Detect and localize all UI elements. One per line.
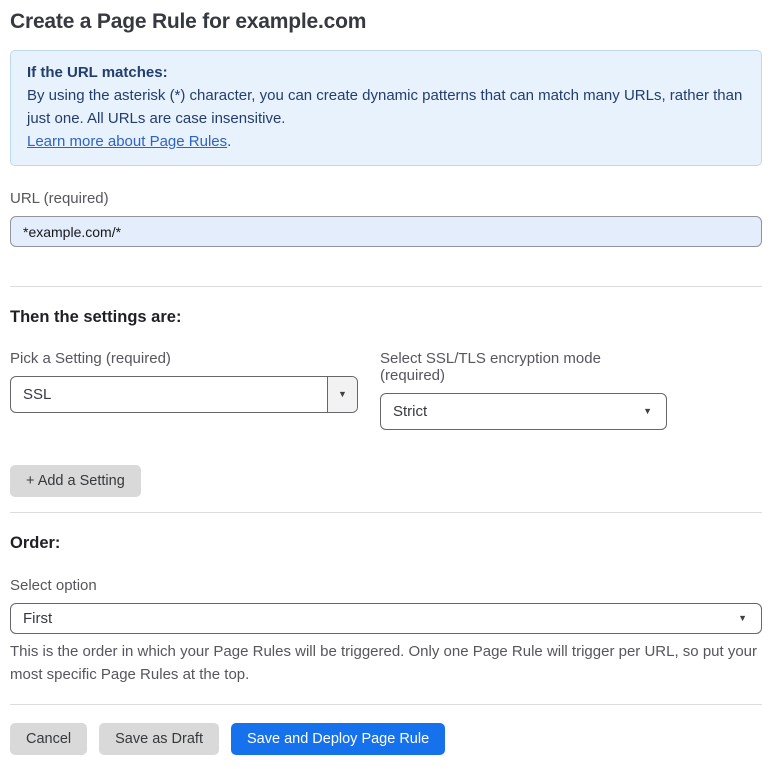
settings-pickers-row: Pick a Setting (required) SSL ▼ Select S…: [10, 350, 762, 430]
caret-glyph: ▼: [338, 389, 347, 399]
add-setting-button[interactable]: + Add a Setting: [10, 465, 141, 497]
save-draft-button[interactable]: Save as Draft: [99, 723, 219, 755]
save-deploy-button[interactable]: Save and Deploy Page Rule: [230, 723, 446, 755]
setting-picker-label: Pick a Setting (required): [10, 350, 171, 367]
link-suffix-period: .: [227, 133, 232, 150]
section-divider: [10, 286, 762, 287]
setting-picker-group: Pick a Setting (required) SSL ▼: [10, 350, 358, 430]
order-select[interactable]: First ▼: [10, 603, 762, 634]
caret-down-icon: ▼: [738, 613, 747, 623]
caret-down-icon[interactable]: ▼: [327, 377, 357, 412]
create-page-rule-form: Create a Page Rule for example.com If th…: [0, 0, 772, 769]
ssl-mode-select-value: Strict: [393, 403, 428, 420]
order-help-text: This is the order in which your Page Rul…: [10, 643, 758, 683]
cancel-button[interactable]: Cancel: [10, 723, 88, 755]
ssl-mode-picker-label: Select SSL/TLS encryption mode (required…: [380, 350, 601, 384]
url-field-group: URL (required): [10, 190, 762, 247]
footer-actions: Cancel Save as Draft Save and Deploy Pag…: [10, 723, 762, 755]
page-title: Create a Page Rule for example.com: [10, 10, 367, 33]
order-select-label: Select option: [10, 577, 97, 594]
setting-select-value: SSL: [23, 386, 52, 403]
ssl-mode-select[interactable]: Strict ▼: [380, 393, 667, 430]
info-box-body: By using the asterisk (*) character, you…: [27, 87, 743, 127]
section-divider: [10, 512, 762, 513]
ssl-mode-picker-group: Select SSL/TLS encryption mode (required…: [380, 350, 667, 430]
learn-more-link[interactable]: Learn more about Page Rules: [27, 133, 227, 150]
url-field-label: URL (required): [10, 190, 109, 207]
order-section-heading: Order:: [10, 534, 61, 552]
settings-section-heading: Then the settings are:: [10, 308, 182, 326]
info-box-heading: If the URL matches:: [27, 64, 168, 81]
info-box-link-line: Learn more about Page Rules.: [27, 130, 745, 153]
url-match-info-box: If the URL matches: By using the asteris…: [10, 50, 762, 166]
order-select-value: First: [23, 610, 53, 627]
setting-select[interactable]: SSL ▼: [10, 376, 358, 413]
footer-divider: [10, 704, 762, 705]
url-input[interactable]: [10, 216, 762, 247]
caret-down-icon: ▼: [643, 406, 652, 416]
